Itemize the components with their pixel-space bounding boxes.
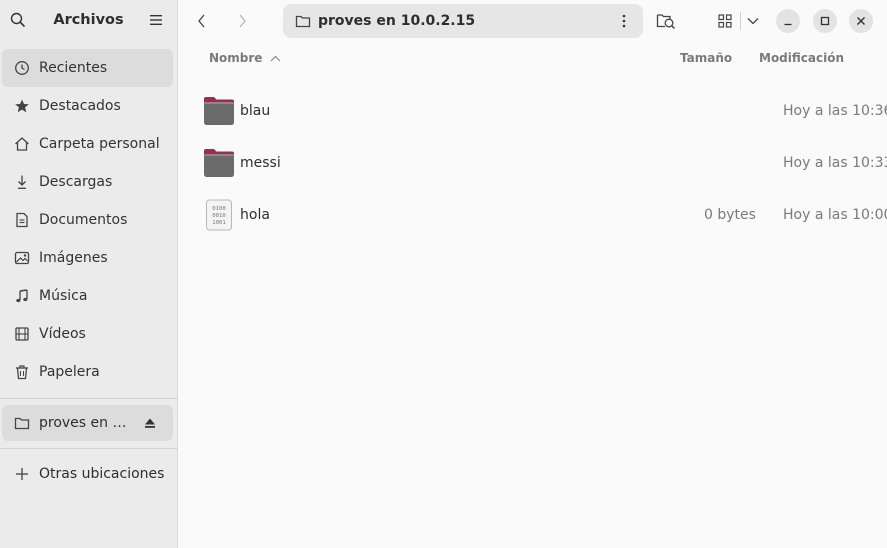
clock-icon	[14, 60, 30, 76]
sidebar-item-musica[interactable]: Música	[2, 277, 173, 315]
folder-icon	[295, 13, 311, 29]
svg-text:1001: 1001	[212, 220, 225, 226]
image-icon	[14, 250, 30, 266]
sidebar-item-recientes[interactable]: Recientes	[2, 49, 173, 87]
sidebar-item-label: Carpeta personal	[39, 136, 160, 152]
document-icon	[14, 212, 30, 228]
sidebar-item-label: Papelera	[39, 364, 100, 380]
file-row[interactable]: blau Hoy a las 10:36	[202, 87, 887, 135]
eject-icon[interactable]	[143, 416, 157, 430]
column-header-label: Nombre	[209, 51, 263, 65]
sidebar-item-network-mount[interactable]: proves en 10.0.2.15	[2, 405, 173, 441]
column-header-name[interactable]: Nombre	[209, 51, 281, 65]
svg-text:0100: 0100	[212, 206, 225, 212]
forward-button[interactable]	[228, 7, 256, 35]
header-bar: proves en 10.0.2.15	[178, 0, 887, 42]
sidebar-item-label: Música	[39, 288, 88, 304]
plus-icon	[14, 466, 30, 482]
location-text: proves en 10.0.2.15	[318, 13, 476, 29]
file-modified: Hoy a las 10:00	[783, 207, 887, 223]
sidebar-item-label: Descargas	[39, 174, 113, 190]
file-modified: Hoy a las 10:36	[783, 103, 887, 119]
places-list: Recientes Destacados Carpeta personal De…	[2, 49, 173, 391]
file-row[interactable]: 0100 0010 1001 hola 0 bytes Hoy a las 10:0…	[202, 191, 887, 239]
download-icon	[14, 174, 30, 190]
music-icon	[14, 288, 30, 304]
sidebar-item-label: Recientes	[39, 60, 108, 76]
folder-icon	[202, 146, 236, 180]
sidebar-item-destacados[interactable]: Destacados	[2, 87, 173, 125]
grid-view-icon[interactable]	[711, 7, 739, 35]
file-manager-window: Archivos Recientes Destacados Carpeta pe…	[0, 0, 887, 548]
file-name: blau	[240, 103, 271, 119]
sidebar-divider	[0, 448, 178, 449]
sidebar-item-label: Otras ubicaciones	[39, 466, 165, 482]
sidebar-item-papelera[interactable]: Papelera	[2, 353, 173, 391]
folder-icon	[14, 415, 30, 431]
home-icon	[14, 136, 30, 152]
maximize-button[interactable]	[813, 9, 837, 33]
sidebar-item-videos[interactable]: Vídeos	[2, 315, 173, 353]
minimize-button[interactable]	[776, 9, 800, 33]
sort-ascending-icon	[270, 55, 281, 62]
sidebar-item-label: Vídeos	[39, 326, 86, 342]
sidebar-item-label: Destacados	[39, 98, 121, 114]
file-name: hola	[240, 207, 270, 223]
sidebar-item-descargas[interactable]: Descargas	[2, 163, 173, 201]
sidebar-item-imagenes[interactable]: Imágenes	[2, 239, 173, 277]
sidebar-item-documentos[interactable]: Documentos	[2, 201, 173, 239]
location-bar[interactable]: proves en 10.0.2.15	[283, 4, 643, 38]
sidebar: Archivos Recientes Destacados Carpeta pe…	[0, 0, 178, 548]
search-folder-button[interactable]	[652, 7, 680, 35]
sidebar-item-label: Documentos	[39, 212, 128, 228]
sidebar-item-label: proves en 10.0.2.15	[39, 415, 135, 431]
hamburger-menu-icon[interactable]	[146, 10, 166, 30]
folder-icon	[202, 94, 236, 128]
sidebar-item-label: Imágenes	[39, 250, 108, 266]
binary-file-icon: 0100 0010 1001	[202, 198, 236, 232]
more-options-icon[interactable]	[615, 12, 633, 30]
file-row[interactable]: messi Hoy a las 10:33	[202, 139, 887, 187]
close-button[interactable]	[849, 9, 873, 33]
sidebar-header: Archivos	[0, 0, 177, 42]
column-header-modified[interactable]: Modificación	[759, 51, 844, 65]
film-icon	[14, 326, 30, 342]
back-button[interactable]	[188, 7, 216, 35]
file-modified: Hoy a las 10:33	[783, 155, 887, 171]
sidebar-item-otras-ubicaciones[interactable]: Otras ubicaciones	[2, 455, 173, 493]
svg-text:0010: 0010	[212, 213, 225, 219]
file-name: messi	[240, 155, 281, 171]
view-options-chevron-down-icon[interactable]	[739, 7, 767, 35]
trash-icon	[14, 364, 30, 380]
sidebar-item-carpeta-personal[interactable]: Carpeta personal	[2, 125, 173, 163]
main-pane: proves en 10.0.2.15 Nombre Tamaño Modifi…	[178, 0, 887, 548]
file-size: 0 bytes	[704, 207, 756, 223]
sidebar-divider	[0, 398, 178, 399]
column-header-size[interactable]: Tamaño	[680, 51, 732, 65]
star-icon	[14, 98, 30, 114]
